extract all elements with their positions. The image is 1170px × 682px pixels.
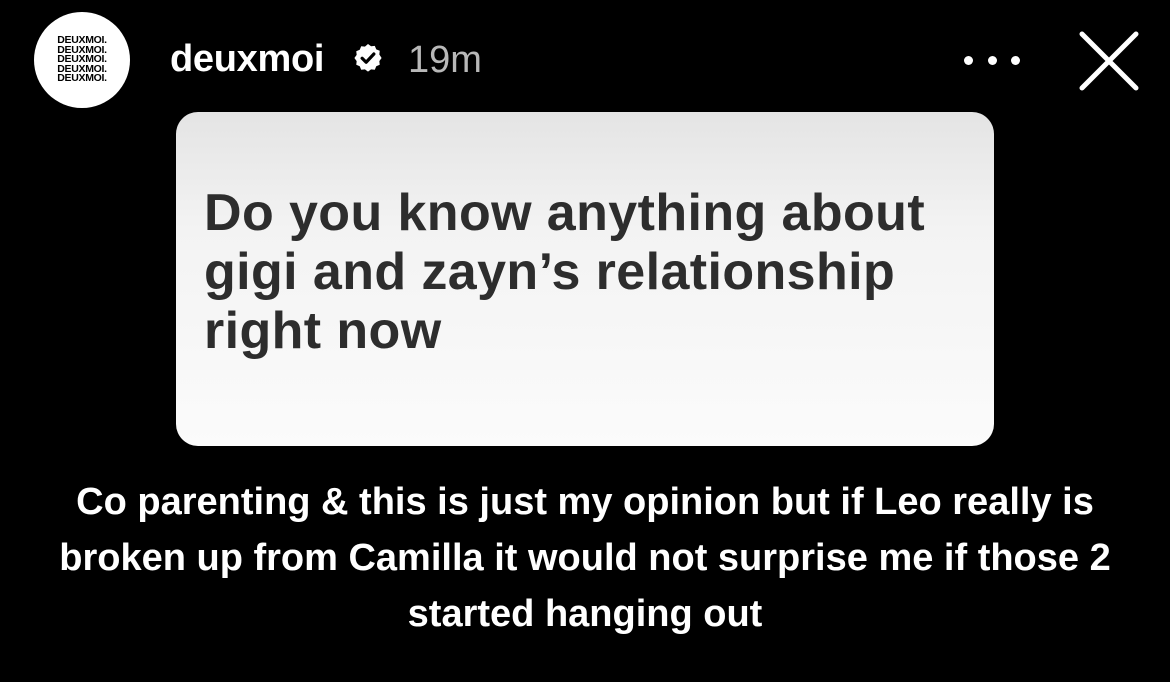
verified-badge-icon <box>354 44 382 72</box>
close-icon[interactable] <box>1076 28 1142 94</box>
more-options-dot <box>1011 55 1020 65</box>
more-options-icon[interactable] <box>964 52 1020 68</box>
question-text: Do you know anything about gigi and zayn… <box>204 184 926 360</box>
avatar-text-line: DEUXMOI. <box>57 72 107 85</box>
username-link[interactable]: deuxmoi <box>170 36 324 82</box>
more-options-dot <box>987 55 997 65</box>
post-time: 19m <box>408 39 482 81</box>
question-sticker: Do you know anything about gigi and zayn… <box>176 112 994 446</box>
more-options-dot <box>964 55 973 65</box>
answer-text: Co parenting & this is just my opinion b… <box>59 481 1111 635</box>
avatar[interactable]: DEUXMOI. DEUXMOI. DEUXMOI. DEUXMOI. DEUX… <box>34 12 130 108</box>
